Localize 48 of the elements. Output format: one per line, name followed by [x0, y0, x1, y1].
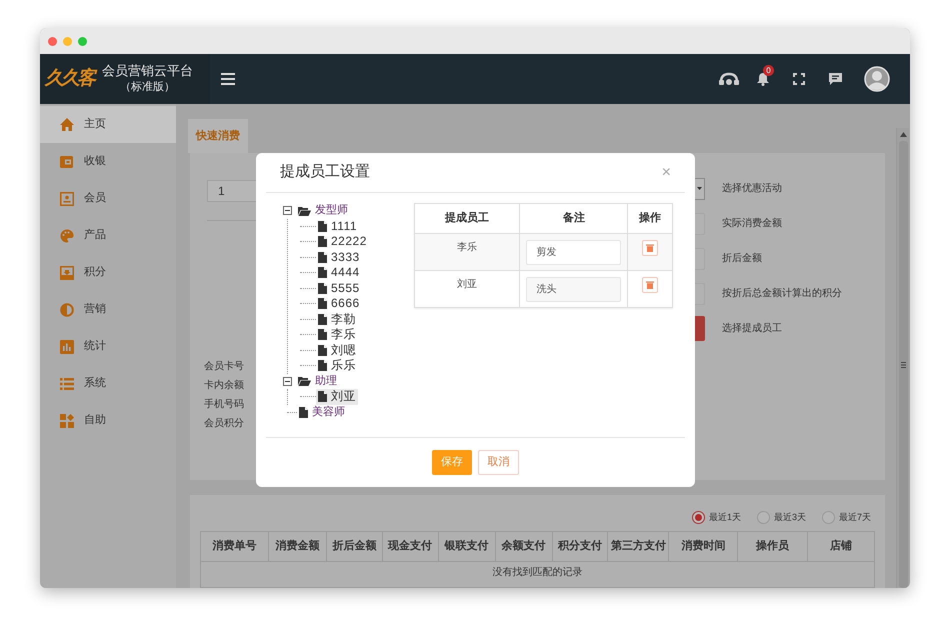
- tree-node[interactable]: 3333: [316, 250, 362, 265]
- column-header: 第三方支付: [608, 532, 670, 560]
- tree-node[interactable]: 刘嗯: [316, 342, 358, 358]
- dialog-title: 提成员工设置: [280, 162, 370, 182]
- column-header: 消费金额: [268, 532, 327, 560]
- app-title: 会员营销云平台: [102, 63, 193, 79]
- field-label: 会员积分: [204, 417, 244, 431]
- tree-node[interactable]: 李勒: [316, 312, 358, 327]
- column-header: 店铺: [829, 538, 854, 554]
- tree-node[interactable]: 乐乐: [316, 358, 358, 374]
- sidebar-item[interactable]: 主页: [40, 106, 176, 143]
- field-label: 手机号码: [204, 398, 244, 412]
- column-header: 余额支付: [496, 532, 553, 560]
- radio-label: 最近3天: [774, 511, 806, 524]
- tree-node[interactable]: 发型师: [296, 203, 350, 218]
- logo: 久久客: [45, 66, 93, 91]
- tree-node[interactable]: 美容师: [297, 404, 347, 420]
- column-header: 消费时间: [669, 532, 738, 560]
- tree-node[interactable]: 5555: [316, 280, 362, 296]
- tree-node[interactable]: 助理: [296, 374, 339, 389]
- tree-node[interactable]: 李乐: [316, 327, 358, 342]
- column-header: 积分支付: [552, 532, 608, 560]
- notification-badge: 0: [763, 65, 774, 76]
- edition-label: （标准版）: [120, 80, 175, 95]
- field-label: 按折后总金额计算出的积分: [722, 286, 843, 301]
- radio-label: 最近7天: [838, 511, 871, 524]
- tree-node[interactable]: 6666: [316, 296, 362, 312]
- table-cell: 刘亚: [414, 270, 520, 308]
- note-field[interactable]: 剪发: [526, 240, 622, 264]
- tree-node[interactable]: 22222: [316, 234, 369, 250]
- column-header: 现金支付: [382, 532, 439, 560]
- radio-label: 最近1天: [708, 511, 741, 524]
- column-header: 消费单号: [201, 532, 269, 560]
- note-field[interactable]: 洗头: [526, 276, 622, 302]
- column-header: 折后金额: [326, 532, 383, 560]
- field-label: 选择提成员工: [722, 322, 783, 336]
- column-header: 银联支付: [438, 532, 496, 560]
- tree-node[interactable]: 4444: [316, 265, 362, 280]
- field-label: 会员卡号: [204, 360, 244, 374]
- tree-node[interactable]: 1111: [316, 218, 360, 234]
- column-header: 操作员: [738, 532, 808, 560]
- column-header: 提成员工: [414, 204, 520, 234]
- empty-message: 没有找到匹配的记录: [492, 566, 582, 580]
- field-label: 折后金额: [722, 252, 763, 266]
- tree-node[interactable]: 刘亚: [316, 389, 358, 404]
- field-label: 卡内余额: [204, 378, 244, 393]
- field-label: 实际消费金额: [722, 216, 783, 231]
- field-label: 选择优惠活动: [722, 182, 783, 196]
